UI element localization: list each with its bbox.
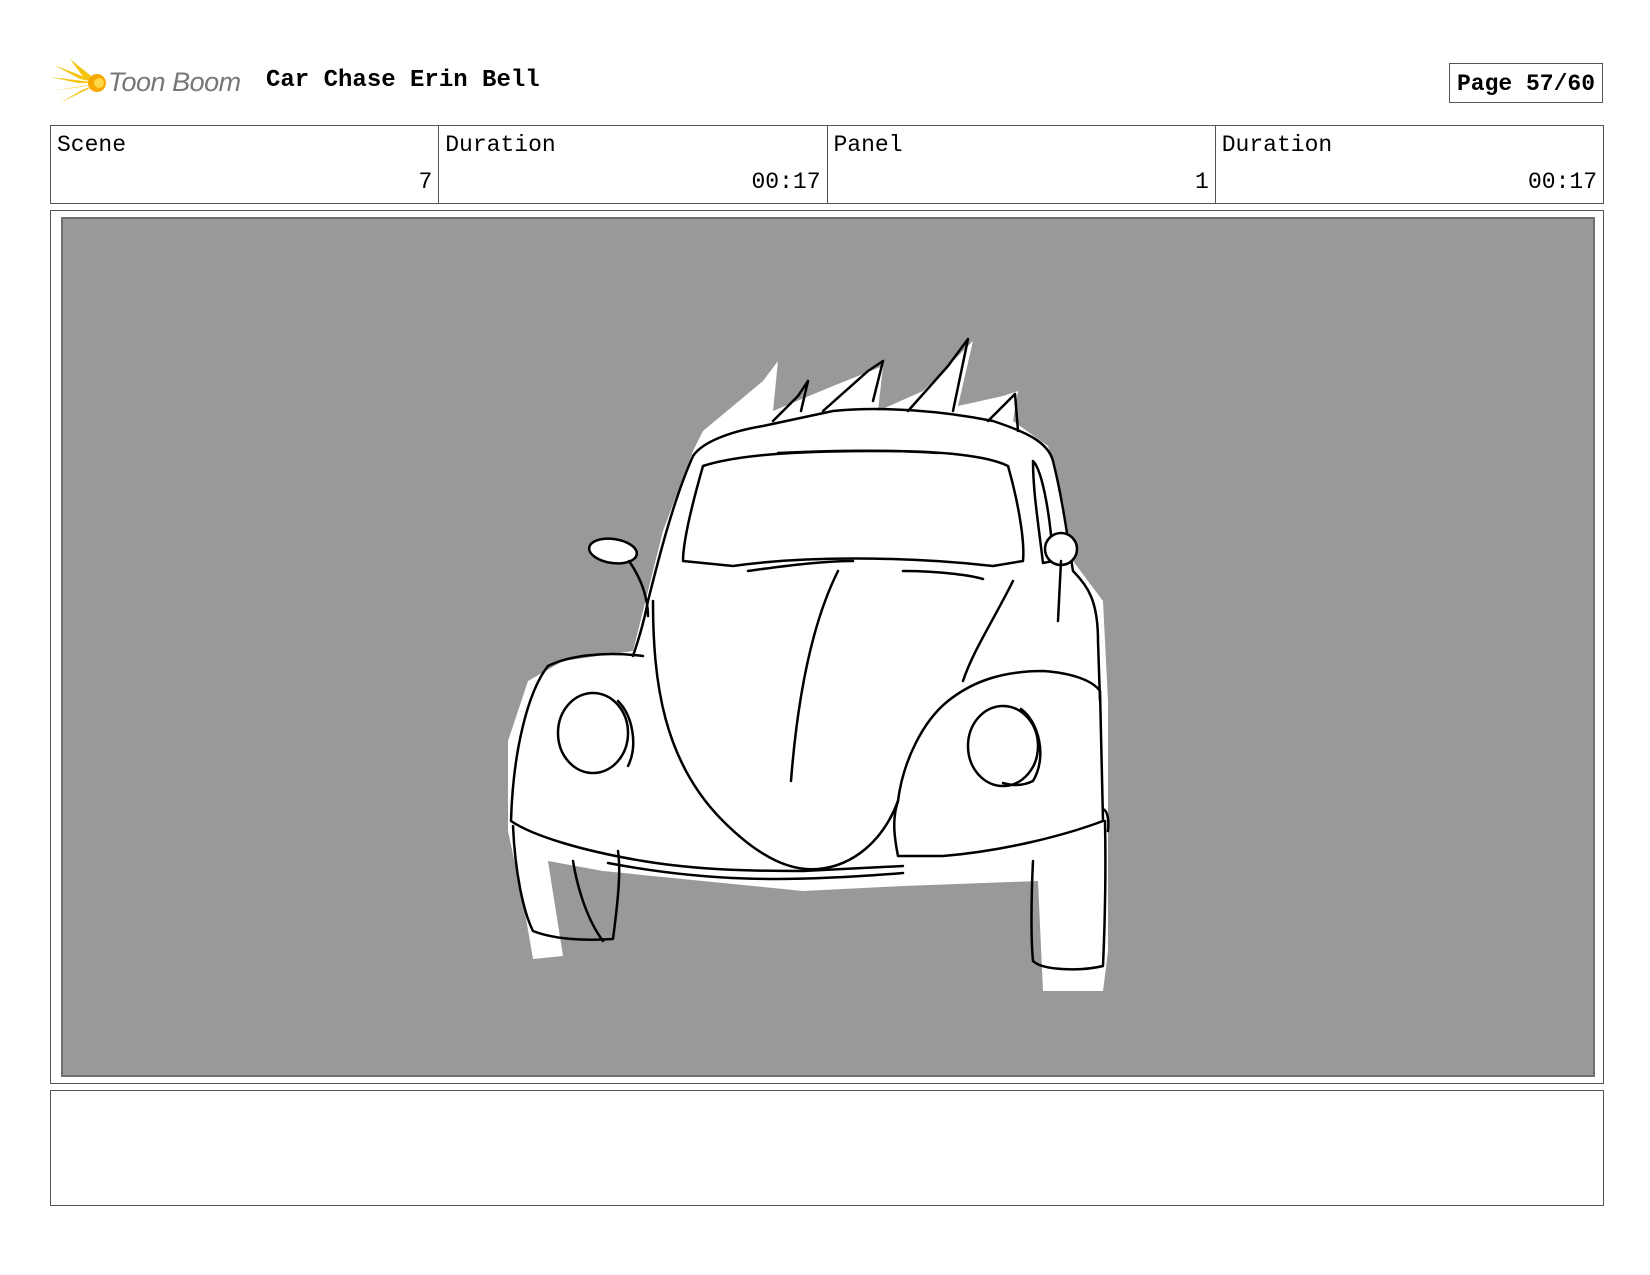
scene-label: Scene [57,132,127,158]
panel-frame [50,210,1604,1084]
panel-cell: Panel 1 [828,126,1216,203]
scene-duration-label: Duration [445,132,556,158]
panel-duration-cell: Duration 00:17 [1216,126,1603,203]
scene-info-table: Scene 7 Duration 00:17 Panel 1 Duration … [50,125,1604,204]
toon-boom-logo: Toon Boom [50,57,250,109]
panel-value: 1 [1194,169,1209,195]
scene-duration-value: 00:17 [751,169,821,195]
logo-text: Toon Boom [108,67,241,97]
page-header: Toon Boom Car Chase Erin Bell Page 57/60 [50,55,1603,111]
car-sketch-icon [508,337,1110,991]
page-title: Car Chase Erin Bell [266,67,540,94]
sunburst-icon [50,59,106,103]
scene-cell: Scene 7 [51,126,440,203]
panel-duration-label: Duration [1221,132,1333,158]
scene-duration-cell: Duration 00:17 [439,126,828,203]
panel-duration-value: 00:17 [1527,169,1597,195]
notes-box [50,1090,1604,1206]
panel-label: Panel [833,132,903,158]
page-number: Page 57/60 [1448,63,1603,103]
scene-value: 7 [418,169,433,195]
panel-image [61,217,1595,1077]
